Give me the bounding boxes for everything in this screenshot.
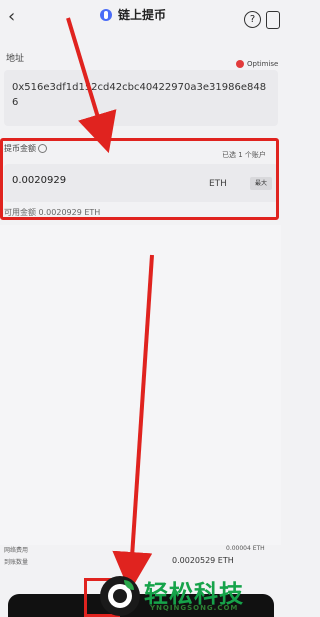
arrow-to-button (112, 254, 154, 592)
watermark-sub: YNQINGSONG.COM (150, 604, 239, 612)
brand-logo-icon (100, 576, 140, 616)
annotation-arrows (66, 17, 154, 592)
arrow-to-amount (66, 17, 117, 154)
watermark-logo: 轻松科技 YNQINGSONG.COM (100, 574, 281, 617)
